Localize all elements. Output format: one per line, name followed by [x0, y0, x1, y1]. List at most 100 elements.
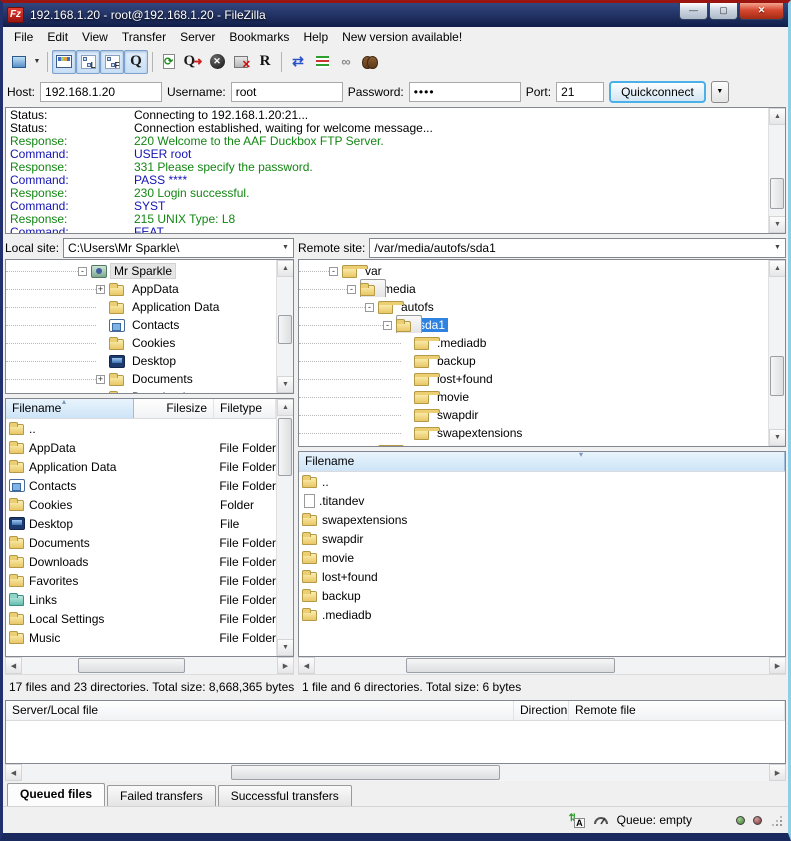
local-site-combo[interactable]: C:\Users\Mr Sparkle\ ▼: [63, 238, 294, 258]
remote-list-horizontal-scrollbar[interactable]: ◀ ▶: [298, 657, 786, 674]
file-row[interactable]: ..: [6, 419, 276, 438]
filter-button[interactable]: ∞: [334, 50, 358, 74]
expander-icon[interactable]: [401, 429, 410, 438]
expander-icon[interactable]: [96, 375, 105, 384]
toggle-queue-button[interactable]: Q: [124, 50, 148, 74]
process-queue-button[interactable]: Q ➜: [181, 50, 205, 74]
file-row[interactable]: ..: [299, 472, 785, 491]
scroll-up-arrow[interactable]: ▲: [277, 399, 294, 416]
close-button[interactable]: ✕: [739, 3, 784, 20]
scroll-track[interactable]: [769, 125, 785, 216]
queue-tab[interactable]: Failed transfers: [107, 785, 216, 806]
file-row[interactable]: Links File Folder: [6, 590, 276, 609]
scroll-left-arrow[interactable]: ◀: [298, 657, 315, 674]
toggle-message-log-button[interactable]: [52, 50, 76, 74]
tree-item[interactable]: var: [299, 262, 768, 280]
tree-item[interactable]: Cookies: [6, 334, 276, 352]
scroll-thumb[interactable]: [278, 315, 292, 345]
tree-item[interactable]: movie: [299, 388, 768, 406]
disconnect-button[interactable]: ✕: [229, 50, 253, 74]
synchronized-browsing-button[interactable]: [310, 50, 334, 74]
scroll-left-arrow[interactable]: ◀: [5, 657, 22, 674]
scroll-right-arrow[interactable]: ▶: [277, 657, 294, 674]
scroll-track[interactable]: [277, 416, 293, 639]
tree-item[interactable]: sda1: [299, 316, 768, 334]
scroll-track[interactable]: [22, 657, 277, 674]
menu-item[interactable]: Edit: [40, 28, 75, 46]
tree-item[interactable]: Documents: [6, 370, 276, 388]
scroll-track[interactable]: [769, 277, 785, 429]
column-header-filesize[interactable]: Filesize: [134, 399, 214, 418]
menu-item[interactable]: Transfer: [115, 28, 173, 46]
tree-item[interactable]: lost+found: [299, 370, 768, 388]
scroll-right-arrow[interactable]: ▶: [769, 657, 786, 674]
chevron-down-icon[interactable]: ▼: [770, 244, 785, 251]
file-row[interactable]: .titandev: [299, 491, 785, 510]
resize-grip[interactable]: [770, 814, 782, 826]
quickconnect-button[interactable]: Quickconnect: [609, 81, 706, 103]
expander-icon[interactable]: [96, 339, 105, 348]
password-input[interactable]: [409, 82, 521, 102]
menu-item[interactable]: New version available!: [335, 28, 469, 46]
cancel-button[interactable]: ✕: [205, 50, 229, 74]
minimize-button[interactable]: —: [679, 3, 708, 20]
tree-item[interactable]: swapdir: [299, 406, 768, 424]
toggle-remote-tree-button[interactable]: F: [100, 50, 124, 74]
menu-item[interactable]: Server: [173, 28, 222, 46]
file-row[interactable]: Contacts File Folder: [6, 476, 276, 495]
column-header-remote-file[interactable]: Remote file: [569, 701, 785, 720]
tree-item[interactable]: media: [299, 280, 768, 298]
menu-item[interactable]: View: [75, 28, 115, 46]
scroll-up-arrow[interactable]: ▲: [769, 260, 786, 277]
scroll-thumb[interactable]: [78, 658, 185, 673]
transfer-type-icon[interactable]: ⇅A: [569, 813, 585, 827]
username-input[interactable]: [231, 82, 343, 102]
expander-icon[interactable]: [401, 393, 410, 402]
expander-icon[interactable]: [78, 267, 87, 276]
queue-horizontal-scrollbar[interactable]: ◀ ▶: [5, 764, 786, 781]
expander-icon[interactable]: [401, 357, 410, 366]
scroll-down-arrow[interactable]: ▼: [277, 639, 294, 656]
expander-icon[interactable]: [96, 321, 105, 330]
scroll-down-arrow[interactable]: ▼: [769, 216, 786, 233]
local-list-vertical-scrollbar[interactable]: ▲ ▼: [276, 399, 293, 656]
find-files-button[interactable]: [358, 50, 382, 74]
tree-item[interactable]: Contacts: [6, 316, 276, 334]
tree-item[interactable]: Application Data: [6, 298, 276, 316]
column-header-filename[interactable]: Filename ▴: [6, 399, 134, 418]
scroll-thumb[interactable]: [231, 765, 500, 780]
chevron-down-icon[interactable]: ▼: [278, 244, 293, 251]
port-input[interactable]: [556, 82, 604, 102]
file-row[interactable]: Cookies Folder: [6, 495, 276, 514]
scroll-thumb[interactable]: [770, 356, 784, 396]
expander-icon[interactable]: [401, 339, 410, 348]
scroll-left-arrow[interactable]: ◀: [5, 764, 22, 781]
expander-icon[interactable]: [96, 357, 105, 366]
tree-item[interactable]: swapextensions: [299, 424, 768, 442]
expander-icon[interactable]: [96, 285, 105, 294]
scroll-up-arrow[interactable]: ▲: [277, 260, 294, 277]
directory-comparison-button[interactable]: ⇄: [286, 50, 310, 74]
scroll-thumb[interactable]: [770, 178, 784, 209]
scroll-down-arrow[interactable]: ▼: [769, 429, 786, 446]
column-header-server-local-file[interactable]: Server/Local file: [6, 701, 514, 720]
expander-icon[interactable]: [96, 393, 105, 394]
file-row[interactable]: lost+found: [299, 567, 785, 586]
remote-tree-vertical-scrollbar[interactable]: ▲ ▼: [768, 260, 785, 446]
file-row[interactable]: Documents File Folder: [6, 533, 276, 552]
column-header-filename[interactable]: Filename ▾: [299, 452, 785, 471]
expander-icon[interactable]: [347, 285, 356, 294]
toggle-local-tree-button[interactable]: L: [76, 50, 100, 74]
scroll-track[interactable]: [315, 657, 769, 674]
scroll-track[interactable]: [277, 277, 293, 376]
tree-item[interactable]: .mediadb: [299, 334, 768, 352]
expander-icon[interactable]: [383, 321, 392, 330]
quickconnect-dropdown[interactable]: ▼: [711, 81, 729, 103]
log-vertical-scrollbar[interactable]: ▲ ▼: [768, 108, 785, 233]
scroll-thumb[interactable]: [278, 418, 292, 476]
file-row[interactable]: movie: [299, 548, 785, 567]
file-row[interactable]: Music File Folder: [6, 628, 276, 647]
expander-icon[interactable]: [96, 303, 105, 312]
file-row[interactable]: .mediadb: [299, 605, 785, 624]
column-header-direction[interactable]: Direction: [514, 701, 569, 720]
